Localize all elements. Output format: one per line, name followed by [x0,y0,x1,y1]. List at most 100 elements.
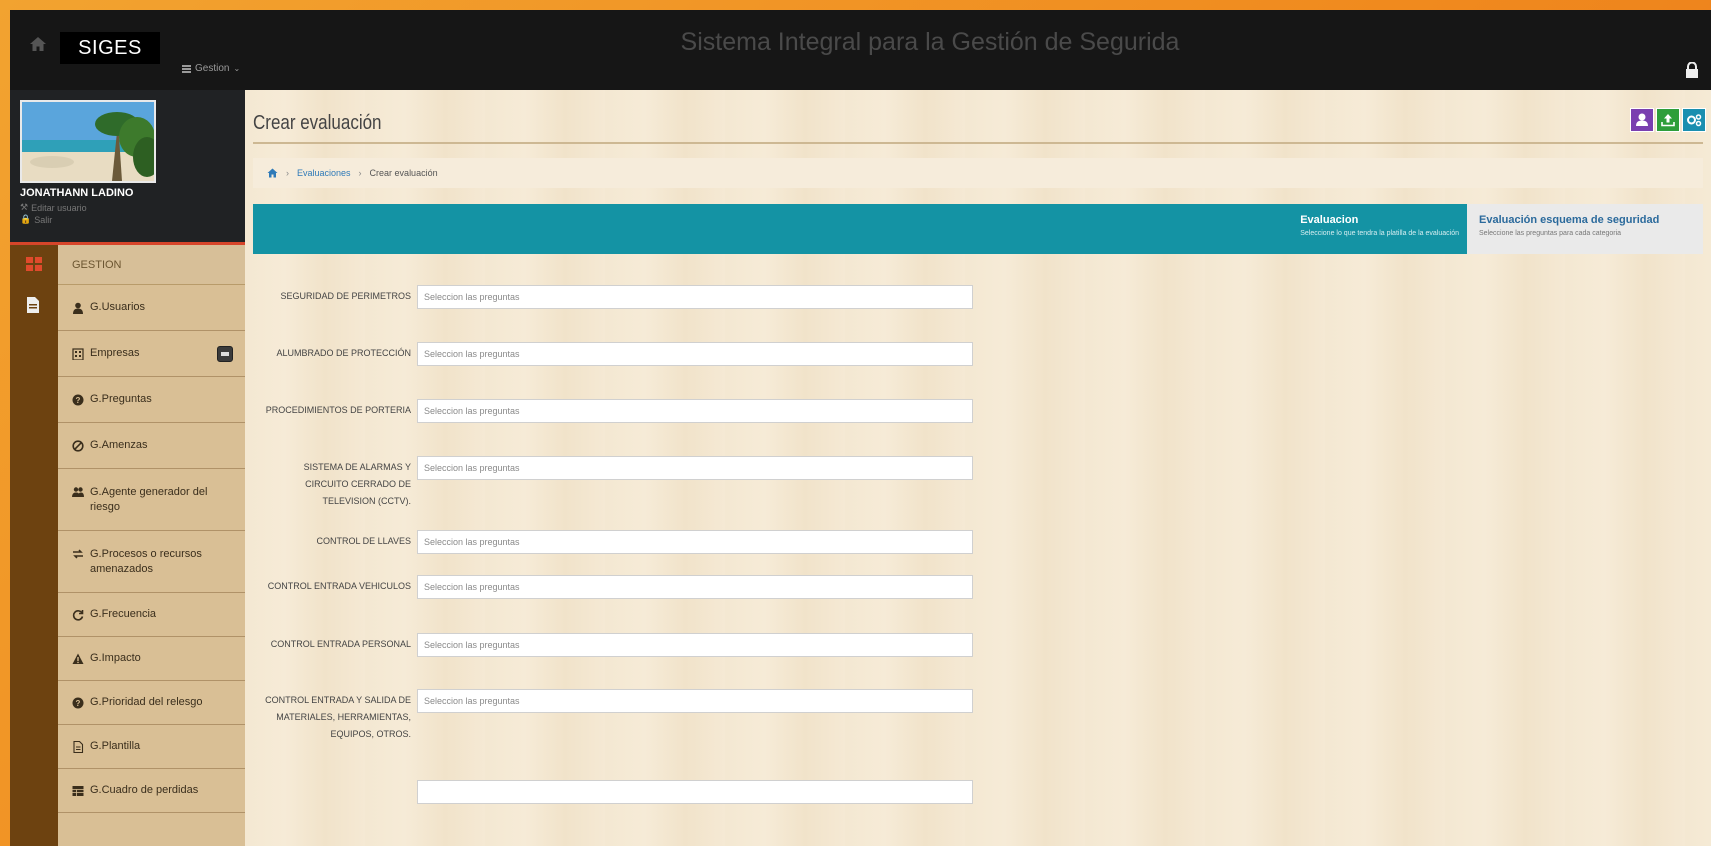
warning-icon [72,653,84,664]
questions-select-seguridad-perimetros[interactable] [417,285,973,309]
logout-label: Salir [34,214,53,225]
step-evaluacion[interactable]: Evaluacion Seleccione lo que tendra la p… [1300,214,1459,237]
wrench-icon: ⚒ [20,202,29,212]
breadcrumb: › Evaluaciones › Crear evaluación [253,158,1703,188]
sidebar-icon-strip [10,245,58,846]
main-content: Crear evaluación › Evaluaciones › Crear … [245,90,1711,846]
chevron-down-icon: ⌄ [233,64,241,73]
user-name: JONATHANN LADINO [20,187,134,199]
sidebar-item-agente[interactable]: G.Agente generador del riesgo [58,469,245,531]
sidebar-item-label: G.Amenzas [90,439,148,451]
field-label: SISTEMA DE ALARMAS Y CIRCUITO CERRADO DE… [303,462,411,506]
field-label: CONTROL ENTRADA PERSONAL [270,639,411,649]
svg-text:?: ? [76,699,81,708]
sidebar-item-label: G.Cuadro de perdidas [90,784,199,796]
refresh-icon [72,609,84,621]
questions-select-personal[interactable] [417,633,973,657]
questions-select-alarmas-cctv[interactable] [417,456,973,480]
sidebar: JONATHANN LADINO ⚒ Editar usuario 🔒 Sali… [10,90,245,846]
step-subtitle: Seleccione lo que tendra la platilla de … [1300,230,1459,237]
breadcrumb-separator: › [286,168,289,178]
edit-user-link[interactable]: ⚒ Editar usuario [20,202,87,213]
sidebar-item-impacto[interactable]: G.Impacto [58,637,245,681]
field-label: CONTROL ENTRADA VEHICULOS [267,581,411,591]
breadcrumb-evaluaciones-link[interactable]: Evaluaciones [297,168,351,178]
gears-icon [1687,114,1702,127]
top-navbar: SIGES Gestion ⌄ Sistema Integral para la… [10,10,1711,90]
upload-icon [1661,114,1675,127]
field-label: CONTROL ENTRADA Y SALIDA DE MATERIALES, … [265,695,411,739]
field-label: SEGURIDAD DE PERIMETROS [280,291,411,301]
page-title: Crear evaluación [253,112,382,134]
brand-logo[interactable]: SIGES [60,32,160,64]
logout-link[interactable]: 🔒 Salir [20,214,52,225]
user-profile: JONATHANN LADINO ⚒ Editar usuario 🔒 Sali… [10,90,245,242]
gestion-menu-label: Gestion [195,63,230,74]
home-icon[interactable] [267,168,278,178]
field-label: PROCEDIMIENTOS DE PORTERIA [265,405,411,415]
title-divider [253,142,1703,144]
sidebar-section-gestion[interactable]: GESTION [58,245,245,285]
step-esquema-seguridad[interactable]: Evaluación esquema de seguridad Seleccio… [1467,204,1703,254]
sidebar-item-label: G.Preguntas [90,393,152,405]
ban-icon [72,439,84,452]
sidebar-nav: G.Usuarios Empresas ? G.Preguntas G.Amen… [58,285,245,846]
sidebar-item-empresas[interactable]: Empresas [58,331,245,377]
expand-icon[interactable] [217,345,233,362]
exchange-icon [73,549,83,559]
user-icon [73,302,83,314]
grid-icon[interactable] [26,257,42,271]
table-icon [72,785,84,796]
questions-select-llaves[interactable] [417,530,973,554]
lock-icon: 🔒 [20,214,32,224]
edit-user-label: Editar usuario [31,202,87,213]
sidebar-item-prioridad[interactable]: ? G.Prioridad del relesgo [58,681,245,725]
field-label: CONTROL DE LLAVES [316,536,411,546]
breadcrumb-separator: › [358,168,362,178]
sidebar-item-label: G.Usuarios [90,301,146,313]
sidebar-item-label: G.Prioridad del relesgo [90,696,203,708]
file-icon [73,740,84,753]
app-window: SIGES Gestion ⌄ Sistema Integral para la… [10,10,1711,846]
question-icon: ? [72,394,84,405]
user-action-button[interactable] [1630,108,1654,132]
sidebar-item-amenazas[interactable]: G.Amenzas [58,423,245,469]
questions-select-next[interactable] [417,780,973,804]
sidebar-item-cuadro-perdidas[interactable]: G.Cuadro de perdidas [58,769,245,813]
upload-button[interactable] [1656,108,1680,132]
questions-select-porteria[interactable] [417,399,973,423]
svg-text:?: ? [76,396,81,405]
questions-select-materiales[interactable] [417,689,973,713]
step-title: Evaluación esquema de seguridad [1479,214,1660,226]
sidebar-item-procesos[interactable]: G.Procesos o recursos amenazados [58,531,245,593]
sidebar-item-label: G.Impacto [90,652,141,664]
lock-icon[interactable] [1685,62,1699,78]
question-icon: ? [72,697,84,708]
sidebar-item-label: G.Procesos o recursos amenazados [90,547,202,575]
home-icon[interactable] [28,34,48,54]
app-title: Sistema Integral para la Gestión de Segu… [680,28,1180,56]
questions-select-alumbrado[interactable] [417,342,973,366]
sidebar-item-label: G.Frecuencia [90,608,157,620]
user-icon [1636,113,1648,126]
field-label: ALUMBRADO DE PROTECCIÓN [276,348,411,358]
gestion-menu[interactable]: Gestion ⌄ [182,63,240,74]
step-title: Evaluacion [1300,214,1359,226]
group-icon [72,487,84,497]
building-icon [72,347,84,360]
list-icon [182,64,191,73]
sidebar-item-label: G.Agente generador del riesgo [90,485,208,513]
sidebar-item-usuarios[interactable]: G.Usuarios [58,285,245,331]
sidebar-item-plantilla[interactable]: G.Plantilla [58,725,245,769]
document-icon[interactable] [26,297,40,313]
sidebar-item-preguntas[interactable]: ? G.Preguntas [58,377,245,423]
sidebar-item-more[interactable] [58,813,245,846]
sidebar-item-label: Empresas [90,347,140,359]
sidebar-item-frecuencia[interactable]: G.Frecuencia [58,593,245,637]
avatar [20,100,156,183]
step-subtitle: Seleccione las preguntas para cada categ… [1479,230,1622,237]
questions-select-vehiculos[interactable] [417,575,973,599]
wizard-steps: Evaluacion Seleccione lo que tendra la p… [253,204,1703,254]
settings-button[interactable] [1682,108,1706,132]
breadcrumb-current: Crear evaluación [369,168,438,178]
